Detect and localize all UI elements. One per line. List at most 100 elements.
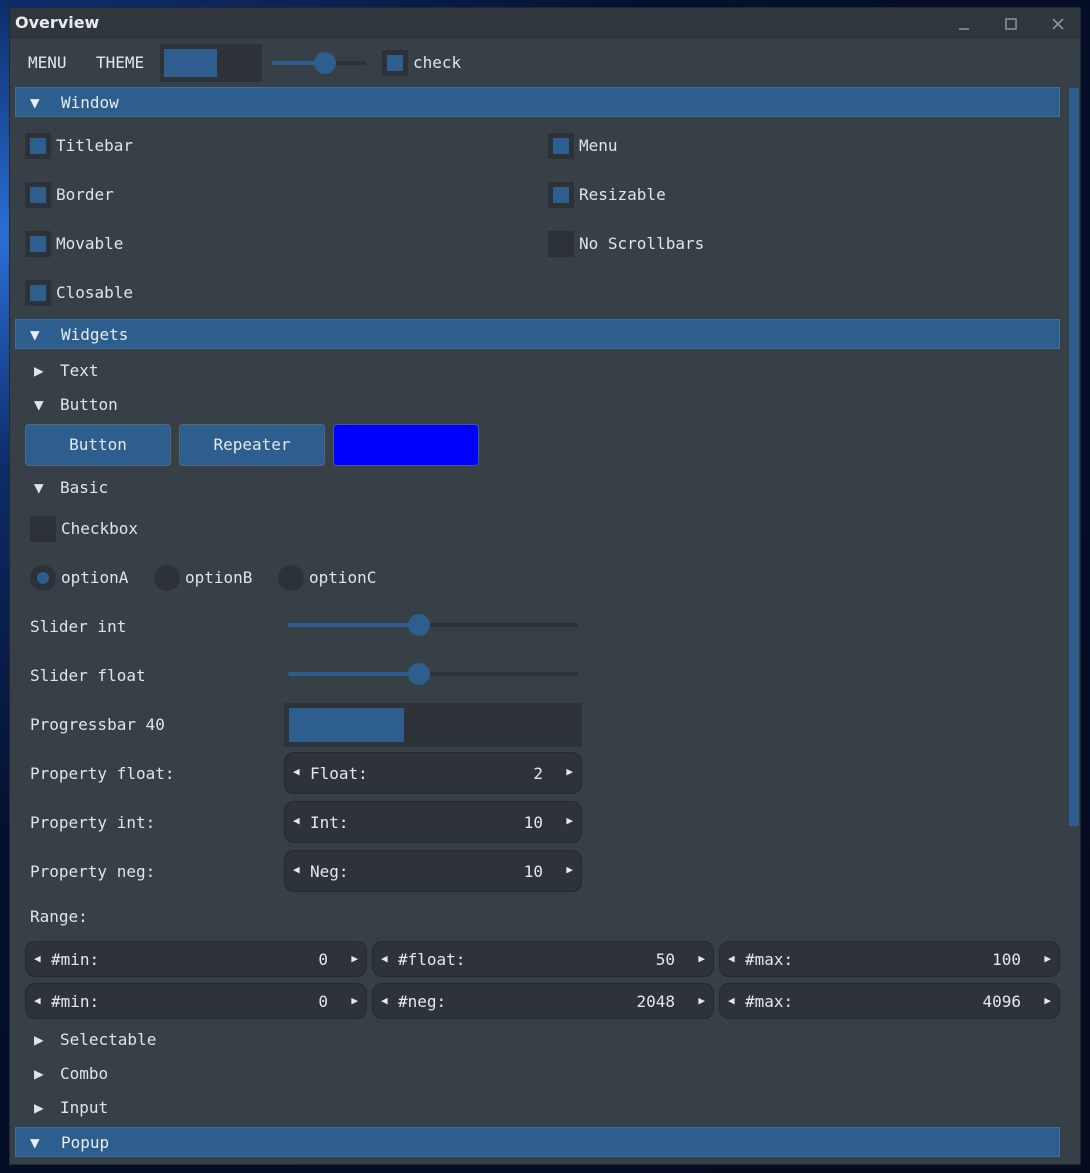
decrement-icon[interactable]: ◀ bbox=[728, 952, 735, 965]
check-checkbox[interactable] bbox=[382, 50, 408, 76]
increment-icon[interactable]: ▶ bbox=[566, 814, 573, 827]
expanded-icon: ▼ bbox=[30, 93, 40, 112]
section-window-header[interactable]: ▼ Window bbox=[15, 87, 1060, 117]
scrollbar-thumb[interactable] bbox=[1069, 88, 1079, 826]
slider-knob[interactable] bbox=[314, 52, 336, 74]
expanded-icon: ▼ bbox=[30, 1133, 40, 1152]
decrement-icon[interactable]: ◀ bbox=[293, 765, 300, 778]
range-min-1[interactable]: ◀ #min: 0 ▶ bbox=[25, 941, 367, 977]
property-value[interactable]: 10 bbox=[524, 862, 543, 881]
increment-icon[interactable]: ▶ bbox=[698, 994, 705, 1007]
slider-int[interactable] bbox=[288, 614, 578, 636]
increment-icon[interactable]: ▶ bbox=[698, 952, 705, 965]
maximize-icon[interactable] bbox=[1001, 14, 1021, 34]
collapsed-icon: ▶ bbox=[34, 361, 44, 380]
increment-icon[interactable]: ▶ bbox=[351, 994, 358, 1007]
check-mark bbox=[30, 138, 46, 154]
property-value[interactable]: 100 bbox=[992, 950, 1021, 969]
movable-checkbox[interactable] bbox=[25, 231, 51, 257]
property-int-label: Property int: bbox=[30, 813, 156, 832]
closable-checkbox[interactable] bbox=[25, 280, 51, 306]
property-neg[interactable]: ◀ Neg: 10 ▶ bbox=[284, 850, 582, 892]
check-mark bbox=[553, 187, 569, 203]
collapsed-icon: ▶ bbox=[34, 1030, 44, 1049]
resizable-checkbox[interactable] bbox=[548, 182, 574, 208]
property-name: Float: bbox=[310, 764, 368, 783]
movable-label: Movable bbox=[56, 234, 124, 253]
minimize-icon[interactable] bbox=[954, 14, 974, 34]
close-icon[interactable] bbox=[1048, 14, 1068, 34]
menu-label: Menu bbox=[579, 136, 618, 155]
section-widgets-header[interactable]: ▼ Widgets bbox=[15, 319, 1060, 349]
section-window-label: Window bbox=[61, 93, 119, 112]
check-mark bbox=[387, 55, 403, 71]
decrement-icon[interactable]: ◀ bbox=[381, 952, 388, 965]
range-max-1[interactable]: ◀ #max: 100 ▶ bbox=[719, 941, 1060, 977]
overview-window: Overview MENU THEME check ▼ Window Title… bbox=[10, 8, 1080, 1164]
property-float-label: Property float: bbox=[30, 764, 175, 783]
no-scrollbars-label: No Scrollbars bbox=[579, 234, 705, 253]
property-value[interactable]: 10 bbox=[524, 813, 543, 832]
decrement-icon[interactable]: ◀ bbox=[34, 952, 41, 965]
increment-icon[interactable]: ▶ bbox=[351, 952, 358, 965]
slider-knob[interactable] bbox=[408, 663, 430, 685]
tree-node-label: Input bbox=[60, 1098, 109, 1117]
radio-option-a-label: optionA bbox=[61, 568, 129, 587]
checkbox-basic[interactable] bbox=[30, 516, 56, 542]
radio-option-a[interactable] bbox=[30, 565, 56, 591]
range-float[interactable]: ◀ #float: 50 ▶ bbox=[372, 941, 714, 977]
checkbox-basic-label: Checkbox bbox=[61, 519, 139, 538]
range-min-2[interactable]: ◀ #min: 0 ▶ bbox=[25, 983, 367, 1019]
check-mark bbox=[30, 187, 46, 203]
property-value[interactable]: 4096 bbox=[982, 992, 1021, 1011]
increment-icon[interactable]: ▶ bbox=[566, 765, 573, 778]
menu-bar: MENU THEME check bbox=[10, 39, 1080, 87]
slider-knob[interactable] bbox=[408, 614, 430, 636]
button-button[interactable]: Button bbox=[25, 424, 171, 466]
radio-option-b[interactable] bbox=[154, 565, 180, 591]
expanded-icon: ▼ bbox=[34, 478, 44, 497]
menubar-slider[interactable] bbox=[272, 52, 366, 74]
radio-option-c[interactable] bbox=[278, 565, 304, 591]
decrement-icon[interactable]: ◀ bbox=[293, 814, 300, 827]
menu-menu[interactable]: MENU bbox=[28, 53, 67, 72]
titlebar-label: Titlebar bbox=[56, 136, 134, 155]
property-value[interactable]: 50 bbox=[656, 950, 675, 969]
menubar-progress[interactable] bbox=[160, 44, 262, 82]
section-popup-label: Popup bbox=[61, 1133, 110, 1152]
tree-node-label: Basic bbox=[60, 478, 109, 497]
slider-float[interactable] bbox=[288, 663, 578, 685]
property-name: #neg: bbox=[398, 992, 447, 1011]
increment-icon[interactable]: ▶ bbox=[566, 863, 573, 876]
titlebar-checkbox[interactable] bbox=[25, 133, 51, 159]
decrement-icon[interactable]: ◀ bbox=[728, 994, 735, 1007]
property-float[interactable]: ◀ Float: 2 ▶ bbox=[284, 752, 582, 794]
menu-theme[interactable]: THEME bbox=[96, 53, 144, 72]
range-max-2[interactable]: ◀ #max: 4096 ▶ bbox=[719, 983, 1060, 1019]
property-value[interactable]: 2048 bbox=[636, 992, 675, 1011]
slider-int-label: Slider int bbox=[30, 617, 127, 636]
property-int[interactable]: ◀ Int: 10 ▶ bbox=[284, 801, 582, 843]
section-popup-header[interactable]: ▼ Popup bbox=[15, 1127, 1060, 1157]
property-value[interactable]: 2 bbox=[533, 764, 543, 783]
property-name: Neg: bbox=[310, 862, 349, 881]
repeater-button[interactable]: Repeater bbox=[179, 424, 325, 466]
increment-icon[interactable]: ▶ bbox=[1044, 994, 1051, 1007]
decrement-icon[interactable]: ◀ bbox=[293, 863, 300, 876]
title-bar[interactable]: Overview bbox=[10, 8, 1080, 39]
menu-checkbox[interactable] bbox=[548, 133, 574, 159]
decrement-icon[interactable]: ◀ bbox=[381, 994, 388, 1007]
border-checkbox[interactable] bbox=[25, 182, 51, 208]
property-value[interactable]: 0 bbox=[318, 992, 328, 1011]
range-label: Range: bbox=[30, 907, 88, 926]
range-neg[interactable]: ◀ #neg: 2048 ▶ bbox=[372, 983, 714, 1019]
decrement-icon[interactable]: ◀ bbox=[34, 994, 41, 1007]
increment-icon[interactable]: ▶ bbox=[1044, 952, 1051, 965]
property-value[interactable]: 0 bbox=[318, 950, 328, 969]
no-scrollbars-checkbox[interactable] bbox=[548, 231, 574, 257]
color-button[interactable] bbox=[333, 424, 479, 466]
tree-node-label: Button bbox=[60, 395, 118, 414]
radio-selected-dot bbox=[37, 572, 49, 584]
progressbar-label: Progressbar 40 bbox=[30, 715, 165, 734]
progressbar[interactable] bbox=[284, 703, 582, 747]
